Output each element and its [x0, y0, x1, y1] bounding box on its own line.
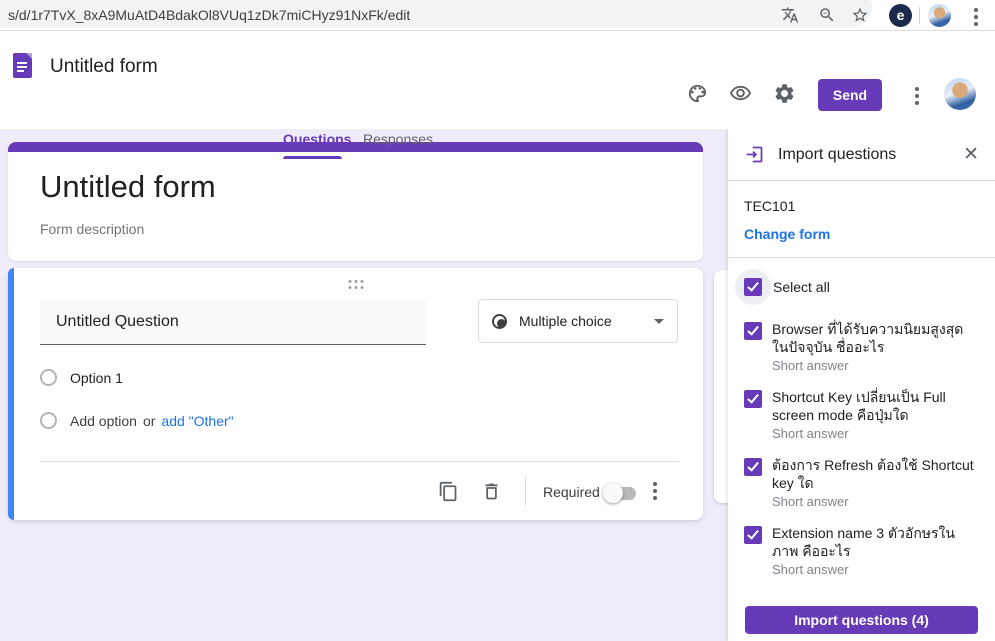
multiple-choice-icon — [492, 314, 507, 329]
settings-gear-icon[interactable] — [770, 79, 798, 107]
forms-app-header: Untitled form Send Questions Responses — [0, 31, 995, 129]
question-type: Short answer — [772, 426, 979, 441]
duplicate-icon[interactable] — [435, 478, 461, 504]
import-questions-panel: Import questions ✕ TEC101 Change form Se… — [728, 129, 995, 641]
import-question-item[interactable]: Browser ที่ได้รับความนิยมสูงสุดในปัจจุบั… — [744, 320, 979, 373]
change-form-link[interactable]: Change form — [744, 226, 979, 242]
question-checkbox[interactable] — [744, 458, 762, 476]
google-forms-logo-icon[interactable] — [13, 53, 32, 78]
add-option-label[interactable]: Add option — [70, 413, 137, 429]
theme-palette-icon[interactable] — [683, 79, 711, 107]
question-type: Short answer — [772, 562, 979, 577]
source-form-name: TEC101 — [744, 198, 979, 214]
drag-handle-icon[interactable] — [348, 280, 363, 289]
add-option-radio-icon — [40, 412, 57, 429]
footer-divider — [525, 476, 526, 506]
add-option-row[interactable]: Add option or add "Other" — [40, 412, 234, 429]
panel-title: Import questions — [778, 146, 896, 164]
option-label[interactable]: Option 1 — [70, 370, 123, 386]
browser-menu-icon[interactable] — [974, 8, 978, 26]
active-tab-underline — [283, 156, 342, 159]
form-title-card[interactable]: Untitled form Form description — [8, 142, 703, 261]
question-text: Shortcut Key เปลี่ยนเป็น Full screen mod… — [772, 388, 979, 424]
address-bar-url[interactable]: s/d/1r7TvX_8xA9MuAtD4BdakOl8VUq1zDk7miCH… — [8, 7, 410, 23]
add-other-link[interactable]: add "Other" — [161, 413, 233, 429]
question-type: Short answer — [772, 358, 979, 373]
form-title-field[interactable]: Untitled form — [40, 169, 216, 205]
select-all-checkbox[interactable] — [744, 278, 762, 296]
extension-badge-icon[interactable]: e — [889, 4, 912, 27]
form-card-accent-bar — [8, 142, 703, 152]
panel-header: Import questions ✕ — [728, 129, 995, 181]
tab-questions[interactable]: Questions — [283, 131, 351, 147]
required-label: Required — [543, 484, 600, 500]
import-questions-button[interactable]: Import questions (4) — [745, 606, 978, 634]
question-text: Extension name 3 ตัวอักษรในภาพ คืออะไร — [772, 524, 979, 560]
form-title-header[interactable]: Untitled form — [50, 56, 158, 78]
question-title-input[interactable]: Untitled Question — [40, 300, 426, 345]
bookmark-star-icon[interactable] — [851, 6, 869, 24]
import-question-item[interactable]: ต้องการ Refresh ต้องใช้ Shortcut key ใด … — [744, 456, 979, 509]
question-type: Short answer — [772, 494, 979, 509]
delete-trash-icon[interactable] — [478, 478, 504, 504]
google-forms-editor: s/d/1r7TvX_8xA9MuAtD4BdakOl8VUq1zDk7miCH… — [0, 0, 995, 641]
translate-icon[interactable] — [781, 6, 799, 24]
toolbar-divider — [919, 7, 920, 24]
select-all-label: Select all — [773, 279, 830, 295]
import-question-item[interactable]: Extension name 3 ตัวอักษรในภาพ คืออะไร S… — [744, 524, 979, 577]
source-form-info: TEC101 Change form — [728, 181, 995, 258]
option-row-1[interactable]: Option 1 — [40, 369, 123, 386]
form-more-options-icon[interactable] — [915, 87, 919, 105]
question-type-dropdown[interactable]: Multiple choice — [478, 299, 678, 343]
question-checkbox[interactable] — [744, 526, 762, 544]
send-button[interactable]: Send — [818, 79, 882, 111]
question-checkbox[interactable] — [744, 322, 762, 340]
active-question-indicator — [8, 268, 14, 520]
form-description-field[interactable]: Form description — [40, 221, 144, 237]
or-label: or — [143, 413, 155, 429]
chevron-down-icon — [654, 319, 664, 324]
import-questions-icon — [744, 144, 765, 165]
question-text: ต้องการ Refresh ต้องใช้ Shortcut key ใด — [772, 456, 979, 492]
question-more-options-icon[interactable] — [653, 482, 657, 500]
preview-eye-icon[interactable] — [726, 79, 754, 107]
question-checkbox[interactable] — [744, 390, 762, 408]
zoom-out-icon[interactable] — [818, 6, 836, 24]
checkbox-halo — [735, 269, 771, 305]
required-toggle[interactable] — [605, 487, 636, 500]
browser-toolbar: s/d/1r7TvX_8xA9MuAtD4BdakOl8VUq1zDk7miCH… — [0, 0, 995, 31]
question-footer-divider — [40, 461, 679, 462]
browser-profile-avatar[interactable] — [928, 4, 951, 27]
import-question-item[interactable]: Shortcut Key เปลี่ยนเป็น Full screen mod… — [744, 388, 979, 441]
question-text: Browser ที่ได้รับความนิยมสูงสุดในปัจจุบั… — [772, 320, 979, 356]
option-radio-icon — [40, 369, 57, 386]
tab-responses[interactable]: Responses — [363, 131, 433, 147]
question-type-value: Multiple choice — [519, 313, 612, 329]
select-all-row[interactable]: Select all — [735, 269, 979, 305]
close-icon[interactable]: ✕ — [963, 145, 979, 164]
account-avatar[interactable] — [944, 78, 976, 110]
